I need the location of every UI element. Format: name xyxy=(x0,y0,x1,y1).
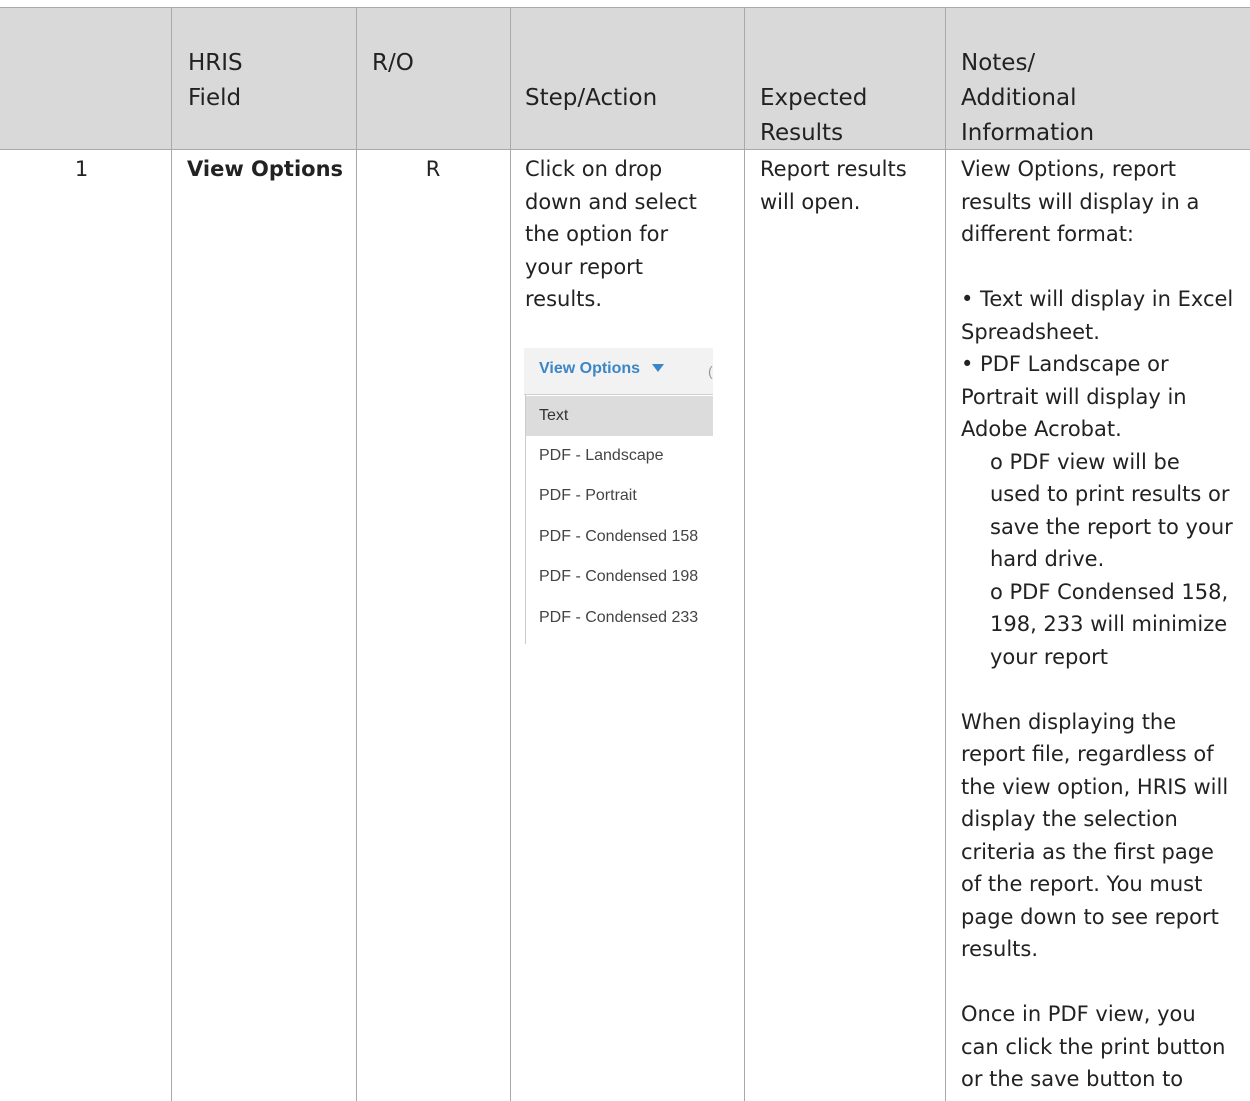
view-options-dropdown-screenshot: View Options ( Text PDF - Landscape PDF … xyxy=(524,348,714,644)
dropdown-separator xyxy=(524,394,713,395)
column-divider xyxy=(510,7,511,1101)
header-hris-field: HRIS Field xyxy=(188,50,243,111)
header-notes: Notes/ Additional Information xyxy=(961,50,1095,146)
table-top-border xyxy=(0,7,1250,8)
column-divider xyxy=(945,7,946,1101)
row-number: 1 xyxy=(74,157,89,181)
header-step-action: Step/Action xyxy=(525,85,658,111)
caret-down-icon xyxy=(652,364,664,372)
view-options-toolbar[interactable]: View Options ( xyxy=(524,348,713,394)
column-divider xyxy=(171,7,172,1101)
view-options-button[interactable]: View Options xyxy=(539,358,640,380)
row-field: View Options xyxy=(187,157,344,181)
dropdown-option-pdf-portrait[interactable]: PDF - Portrait xyxy=(526,476,713,516)
dropdown-option-pdf-condensed-233[interactable]: PDF - Condensed 233 xyxy=(526,598,713,638)
row-ro: R xyxy=(425,157,441,181)
test-steps-table: HRIS Field R/O Step/Action Expected Resu… xyxy=(0,0,1250,1101)
header-expected-results: Expected Results xyxy=(760,85,868,146)
row-step-action: Click on drop down and select the option… xyxy=(525,157,697,311)
dropdown-option-text[interactable]: Text xyxy=(526,396,713,436)
row-notes: View Options, report results will displa… xyxy=(961,157,1234,1091)
dropdown-option-pdf-condensed-158[interactable]: PDF - Condensed 158 xyxy=(526,517,713,557)
header-ro: R/O xyxy=(372,50,414,76)
dropdown-option-pdf-landscape[interactable]: PDF - Landscape xyxy=(526,436,713,476)
clipped-toolbar-icon: ( xyxy=(708,363,713,379)
row-expected-results: Report results will open. xyxy=(760,157,907,214)
dropdown-option-pdf-condensed-198[interactable]: PDF - Condensed 198 xyxy=(526,557,713,597)
column-divider xyxy=(744,7,745,1101)
